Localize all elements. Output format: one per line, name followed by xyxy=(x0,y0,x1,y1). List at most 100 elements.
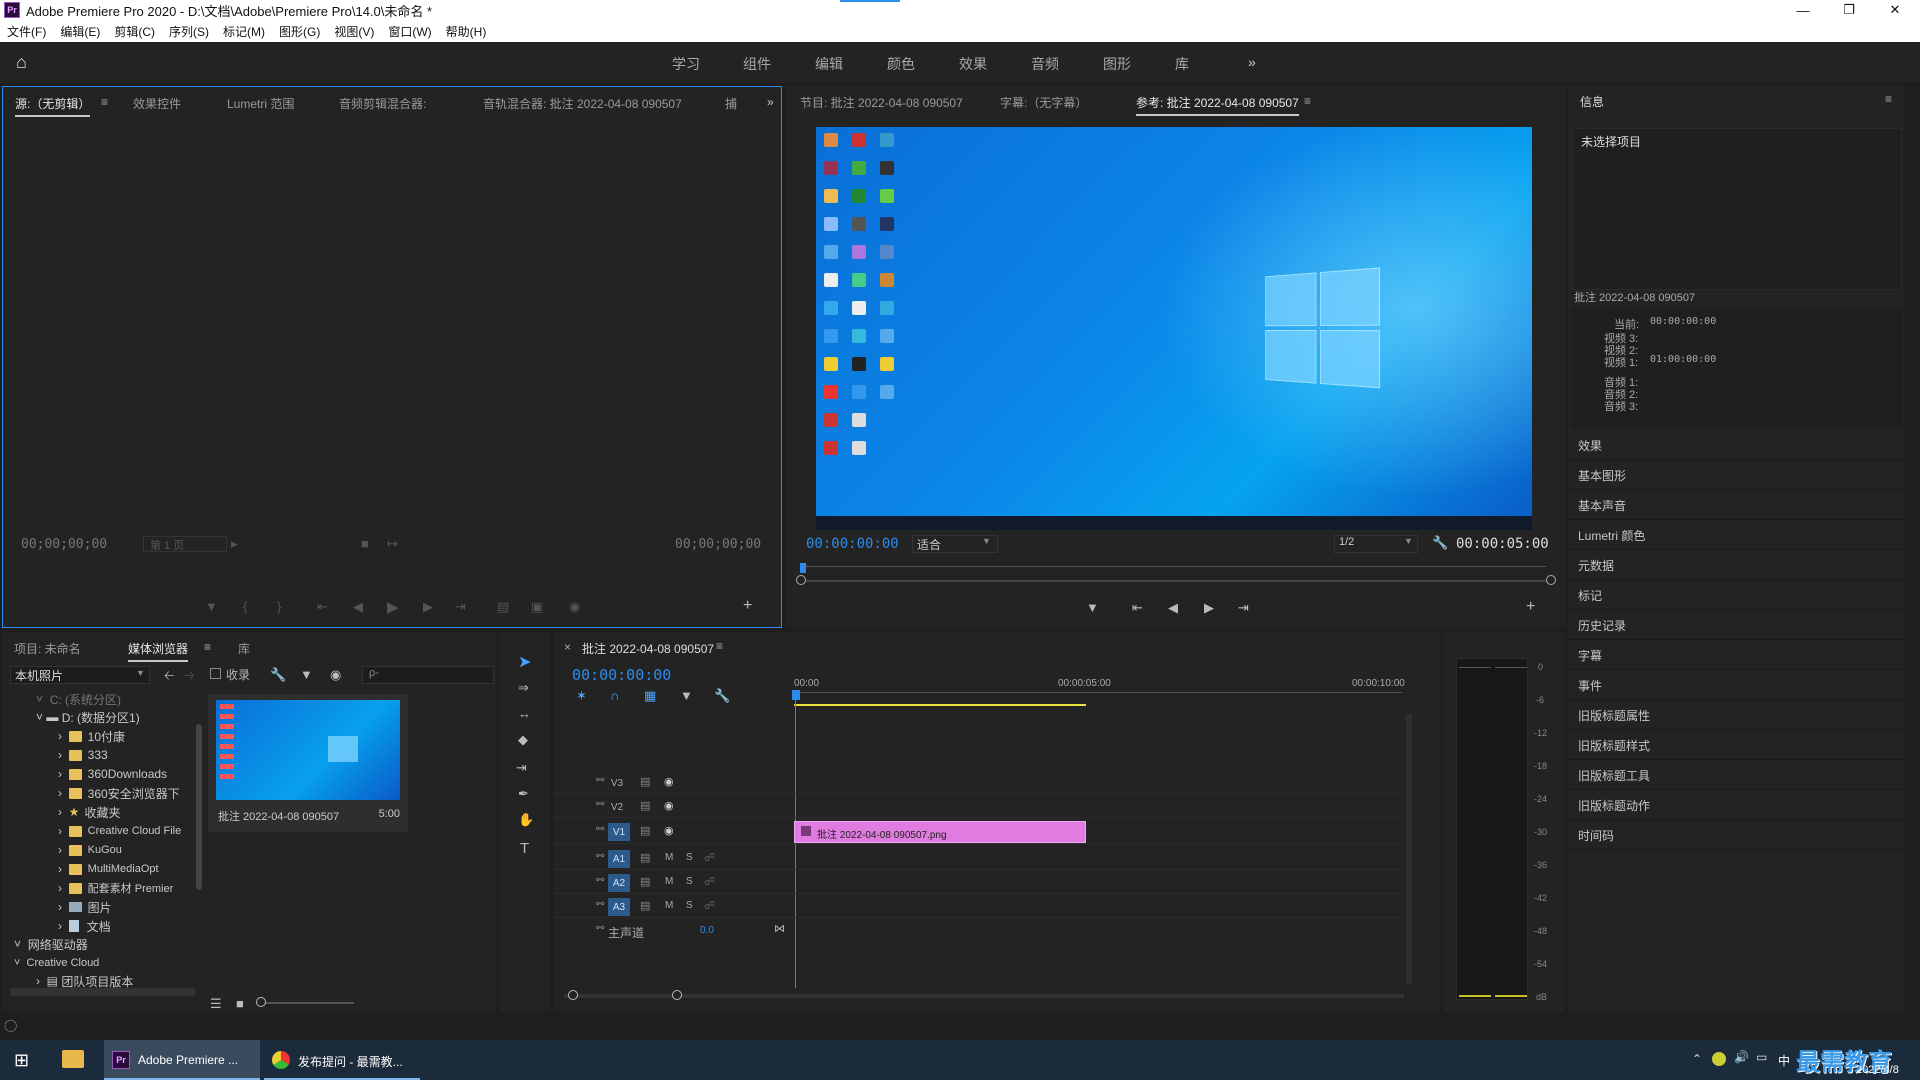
track-label[interactable]: V2 xyxy=(606,798,628,816)
filter-icon[interactable]: ▼ xyxy=(300,667,313,682)
tray-chevron-up-icon[interactable]: ⌃ xyxy=(1692,1052,1702,1066)
sync-lock-icon[interactable]: ▤ xyxy=(640,875,650,888)
tree-item[interactable]: › 10付康 xyxy=(58,727,125,745)
program-timecode[interactable]: 00:00:00:00 xyxy=(806,536,899,552)
ime-indicator[interactable]: 中 xyxy=(1778,1052,1790,1069)
timeline-sequence-tab[interactable]: 批注 2022-04-08 090507 xyxy=(582,640,714,657)
timeline-menu-icon[interactable]: ≡ xyxy=(716,639,723,653)
track-v1[interactable]: ⚯ V1 ▤ ◉ 批注 2022-04-08 090507.png xyxy=(554,820,1404,844)
sync-lock-icon[interactable]: ▤ xyxy=(640,799,650,812)
track-label[interactable]: A3 xyxy=(608,898,630,916)
timeline-timecode[interactable]: 00:00:00:00 xyxy=(572,666,671,684)
sync-lock-icon[interactable]: ▤ xyxy=(640,775,650,788)
tree-item[interactable]: › 360安全浏览器下 xyxy=(58,784,180,802)
tabs-overflow-icon[interactable]: » xyxy=(767,95,774,109)
icon-view-icon[interactable]: ■ xyxy=(236,996,244,1011)
tab-reference[interactable]: 参考: 批注 2022-04-08 090507 xyxy=(1136,94,1299,116)
program-time-ruler[interactable] xyxy=(806,566,1546,567)
program-zoom-bar[interactable] xyxy=(802,580,1550,582)
slip-tool-icon[interactable]: ⇥ xyxy=(516,760,527,776)
master-end-icon[interactable]: ⋈ xyxy=(774,922,785,935)
tree-scrollbar[interactable] xyxy=(196,724,202,890)
track-a3[interactable]: ⚯ A3 ▤ M S ☍ xyxy=(554,896,1404,918)
tab-project[interactable]: 项目: 未命名 xyxy=(14,640,81,657)
tab-program[interactable]: 节目: 批注 2022-04-08 090507 xyxy=(800,94,963,111)
mute-button[interactable]: M xyxy=(665,900,673,911)
type-tool-icon[interactable]: T xyxy=(520,840,529,857)
snap-magnet-icon[interactable]: ∩ xyxy=(610,688,619,703)
forward-arrow-icon[interactable]: 🡢 xyxy=(184,667,195,689)
wrench-icon[interactable]: 🔧 xyxy=(1432,535,1448,551)
tab-effect-controls[interactable]: 效果控件 xyxy=(133,95,181,112)
selection-tool-icon[interactable]: ➤ xyxy=(518,652,531,672)
lock-icon[interactable]: ⚯ xyxy=(596,923,604,934)
timeline-close-icon[interactable]: × xyxy=(564,640,571,654)
workspace-editing[interactable]: 编辑 xyxy=(815,54,843,74)
tab-audio-track-mixer[interactable]: 音轨混合器: 批注 2022-04-08 090507 xyxy=(483,95,682,112)
razor-tool-icon[interactable]: ◆ xyxy=(518,732,528,748)
timeline-marker-icon[interactable]: ▼ xyxy=(680,688,693,703)
source-add-button-icon[interactable]: + xyxy=(743,597,752,615)
track-master[interactable]: ⚯ 主声道 0.0 ⋈ xyxy=(554,920,1404,942)
thumb-zoom-slider[interactable] xyxy=(258,1002,354,1004)
track-label[interactable]: V3 xyxy=(606,774,628,792)
panel-legacy-title-actions[interactable]: 旧版标题动作 xyxy=(1568,792,1904,820)
tab-capture[interactable]: 捕 xyxy=(725,95,737,112)
media-thumbnail-card[interactable]: 批注 2022-04-08 090507 5:00 xyxy=(208,694,408,832)
eye-icon[interactable]: ◉ xyxy=(664,799,674,812)
lock-icon[interactable]: ⚯ xyxy=(596,851,604,862)
panel-effects[interactable]: 效果 xyxy=(1568,432,1904,460)
menu-view[interactable]: 视图(V) xyxy=(334,23,374,40)
timeline-playhead[interactable] xyxy=(792,690,800,700)
source-page-select[interactable]: 第 1 页 xyxy=(143,536,227,552)
menu-window[interactable]: 窗口(W) xyxy=(388,23,431,40)
tab-media-browser[interactable]: 媒体浏览器 xyxy=(128,640,189,662)
list-view-icon[interactable]: ☰ xyxy=(210,996,222,1012)
zoom-handle-left[interactable] xyxy=(796,575,806,585)
workspace-assembly[interactable]: 组件 xyxy=(743,54,771,74)
info-menu-icon[interactable]: ≡ xyxy=(1885,92,1892,106)
pen-tool-icon[interactable]: ✒ xyxy=(518,786,529,802)
lock-icon[interactable]: ⚯ xyxy=(596,875,604,886)
timeline-settings-wrench-icon[interactable]: 🔧 xyxy=(714,688,730,704)
ingest-settings-wrench-icon[interactable]: 🔧 xyxy=(270,667,286,683)
tree-item[interactable]: › MultiMediaOpt xyxy=(58,860,159,878)
restore-button[interactable]: ❐ xyxy=(1826,0,1872,20)
solo-button[interactable]: S xyxy=(686,900,693,911)
menu-sequence[interactable]: 序列(S) xyxy=(169,23,209,40)
panel-legacy-title-styles[interactable]: 旧版标题样式 xyxy=(1568,732,1904,760)
panel-captions[interactable]: 字幕 xyxy=(1568,642,1904,670)
sync-lock-icon[interactable]: ▤ xyxy=(640,851,650,864)
track-label[interactable]: V1 xyxy=(608,823,630,841)
step-forward-icon[interactable]: ▶ xyxy=(423,599,433,615)
sync-lock-icon[interactable]: ▤ xyxy=(640,899,650,912)
workspace-audio[interactable]: 音频 xyxy=(1031,54,1059,74)
program-preview-video[interactable] xyxy=(816,127,1532,530)
program-add-marker-icon[interactable]: ▼ xyxy=(1086,600,1099,615)
panel-timecode[interactable]: 时间码 xyxy=(1568,822,1904,850)
thumb-zoom-handle[interactable] xyxy=(256,997,266,1007)
menu-help[interactable]: 帮助(H) xyxy=(446,23,487,40)
location-select[interactable]: 本机照片 xyxy=(10,666,150,684)
hscroll-handle-right[interactable] xyxy=(672,990,682,1000)
tab-source[interactable]: 源:（无剪辑） xyxy=(15,95,91,117)
lock-icon[interactable]: ⚯ xyxy=(596,824,604,835)
timeline-ruler[interactable] xyxy=(792,692,1402,693)
workspace-effects[interactable]: 效果 xyxy=(959,54,987,74)
tree-item[interactable]: ˅ 网络驱动器 xyxy=(14,935,88,953)
menu-marker[interactable]: 标记(M) xyxy=(223,23,265,40)
panel-lumetri-color[interactable]: Lumetri 颜色 xyxy=(1568,522,1904,550)
tree-item[interactable]: › ★ 收藏夹 xyxy=(58,803,120,821)
program-panel-menu-icon[interactable]: ≡ xyxy=(1304,94,1311,108)
workspace-graphics[interactable]: 图形 xyxy=(1103,54,1131,74)
solo-button[interactable]: S xyxy=(686,876,693,887)
track-a2[interactable]: ⚯ A2 ▤ M S ☍ xyxy=(554,872,1404,894)
track-select-tool-icon[interactable]: ⇒ xyxy=(518,680,529,696)
panel-legacy-title-properties[interactable]: 旧版标题属性 xyxy=(1568,702,1904,730)
go-to-in-icon[interactable]: ⇤ xyxy=(317,599,328,615)
track-label[interactable]: A1 xyxy=(608,850,630,868)
windows-start-icon[interactable]: ⊞ xyxy=(14,1050,29,1071)
tree-item[interactable]: ˅ ▬ D: (数据分区1) xyxy=(36,708,140,726)
mute-button[interactable]: M xyxy=(665,852,673,863)
tray-app-icon[interactable] xyxy=(1712,1052,1726,1066)
